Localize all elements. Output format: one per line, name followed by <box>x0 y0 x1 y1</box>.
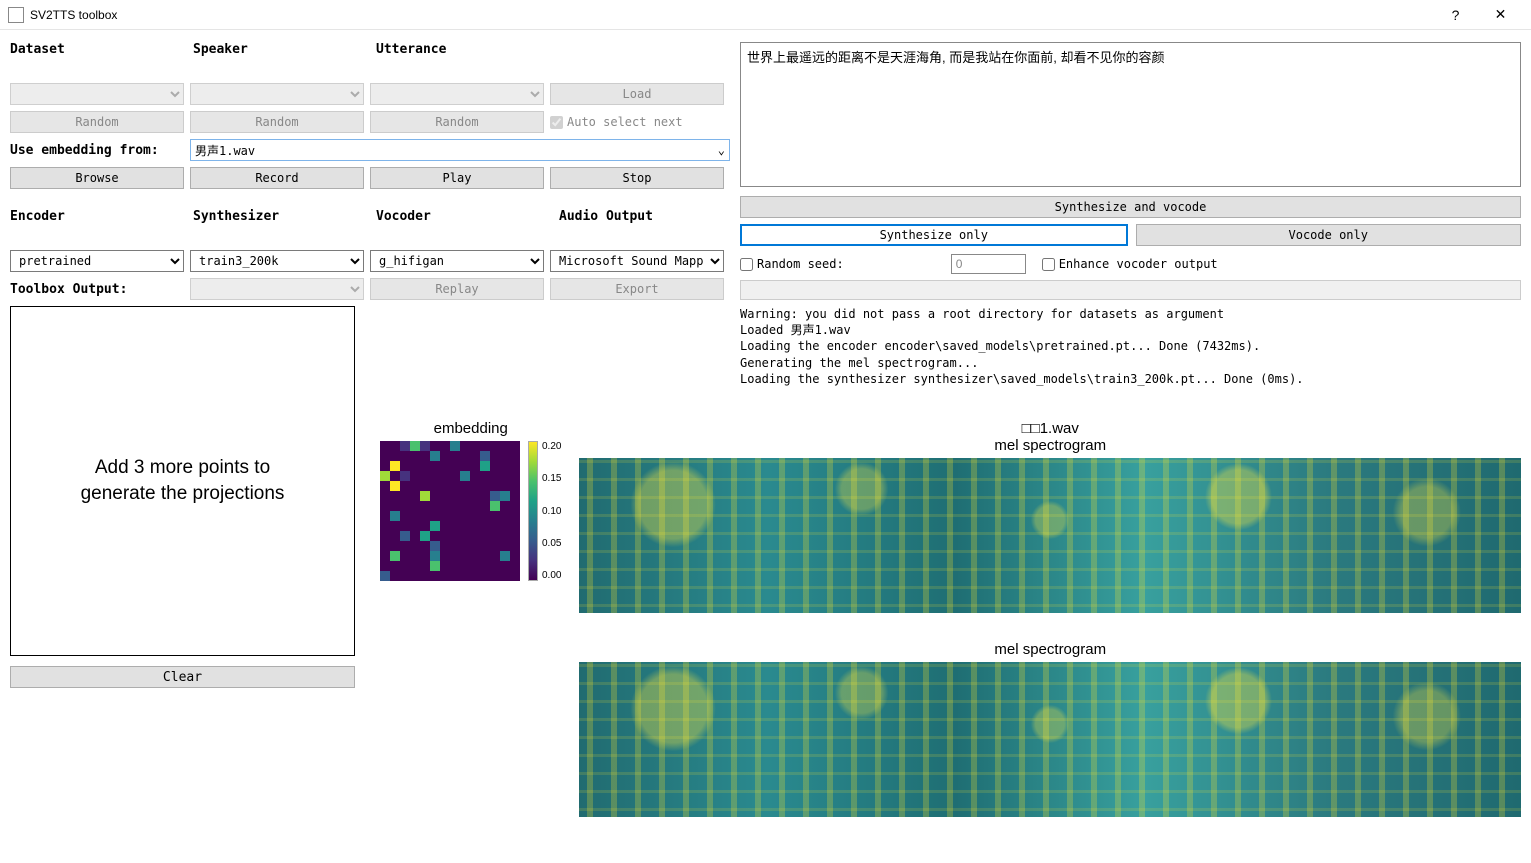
dataset-label: Dataset <box>10 42 181 57</box>
synthesizer-select[interactable]: train3_200k <box>190 250 364 272</box>
encoder-label: Encoder <box>10 209 181 224</box>
text-input[interactable]: 世界上最遥远的距离不是天涯海角, 而是我站在你面前, 却看不见你的容颜 <box>740 42 1521 187</box>
utterance-label: Utterance <box>376 42 547 57</box>
stop-button[interactable]: Stop <box>550 167 724 189</box>
random-seed-input[interactable] <box>951 254 1026 274</box>
mel-file-title: □□1.wav <box>579 420 1521 437</box>
mel-spectrogram-2 <box>579 662 1521 817</box>
enhance-vocoder-label: Enhance vocoder output <box>1059 257 1218 271</box>
replay-button[interactable]: Replay <box>370 278 544 300</box>
app-icon <box>8 7 24 23</box>
embedding-from-select[interactable]: 男声1.wav⌄ <box>190 139 730 161</box>
enhance-vocoder-checkbox[interactable] <box>1042 258 1055 271</box>
embedding-plot-title: embedding <box>380 420 561 437</box>
close-button[interactable]: ✕ <box>1478 0 1523 30</box>
log-output: Warning: you did not pass a root directo… <box>740 306 1521 387</box>
status-bar <box>740 280 1521 300</box>
audio-output-label: Audio Output <box>559 209 730 224</box>
export-button[interactable]: Export <box>550 278 724 300</box>
mel-title-1: mel spectrogram <box>579 437 1521 454</box>
speaker-label: Speaker <box>193 42 364 57</box>
vocoder-label: Vocoder <box>376 209 547 224</box>
vocode-only-button[interactable]: Vocode only <box>1136 224 1522 246</box>
dataset-select[interactable] <box>10 83 184 105</box>
random-seed-checkbox[interactable] <box>740 258 753 271</box>
chevron-down-icon: ⌄ <box>718 143 725 157</box>
load-button[interactable]: Load <box>550 83 724 105</box>
embedding-heatmap <box>380 441 520 581</box>
play-button[interactable]: Play <box>370 167 544 189</box>
clear-button[interactable]: Clear <box>10 666 355 688</box>
use-embedding-from-label: Use embedding from: <box>10 143 184 158</box>
mel-title-2: mel spectrogram <box>579 641 1521 658</box>
projections-panel: Add 3 more points to generate the projec… <box>10 306 355 656</box>
audio-output-select[interactable]: Microsoft Sound Mapp <box>550 250 724 272</box>
projections-message: Add 3 more points to generate the projec… <box>81 455 285 506</box>
record-button[interactable]: Record <box>190 167 364 189</box>
toolbox-output-label: Toolbox Output: <box>10 278 184 300</box>
synthesize-vocode-button[interactable]: Synthesize and vocode <box>740 196 1521 218</box>
random-utterance-button[interactable]: Random <box>370 111 544 133</box>
auto-select-next-label: Auto select next <box>567 115 683 129</box>
toolbox-output-select[interactable] <box>190 278 364 300</box>
random-seed-label: Random seed: <box>757 257 844 271</box>
mel-spectrogram-1 <box>579 458 1521 613</box>
random-speaker-button[interactable]: Random <box>190 111 364 133</box>
embedding-colorbar <box>528 441 538 581</box>
speaker-select[interactable] <box>190 83 364 105</box>
synthesizer-label: Synthesizer <box>193 209 364 224</box>
auto-select-next-checkbox[interactable] <box>550 116 563 129</box>
browse-button[interactable]: Browse <box>10 167 184 189</box>
encoder-select[interactable]: pretrained <box>10 250 184 272</box>
vocoder-select[interactable]: g_hifigan <box>370 250 544 272</box>
random-dataset-button[interactable]: Random <box>10 111 184 133</box>
window-title: SV2TTS toolbox <box>30 8 1433 22</box>
utterance-select[interactable] <box>370 83 544 105</box>
synthesize-only-button[interactable]: Synthesize only <box>740 224 1128 246</box>
help-button[interactable]: ? <box>1433 0 1478 30</box>
